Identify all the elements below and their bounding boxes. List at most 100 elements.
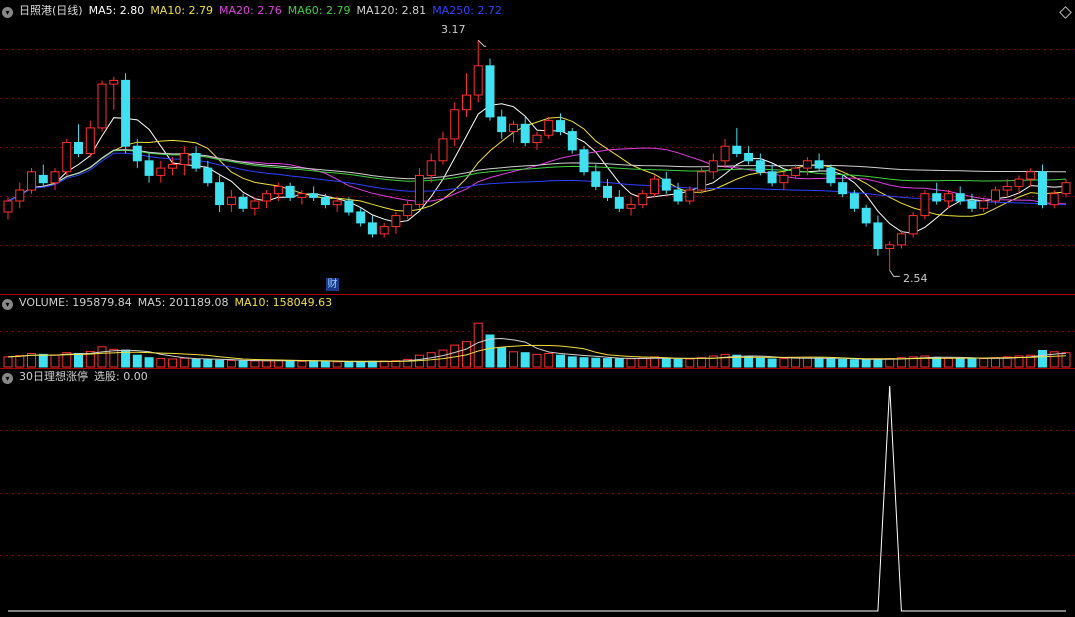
volume-bar [297,360,307,368]
volume-bar [520,352,530,368]
indicator-legend-item-1: 选股: 0.00 [94,370,148,383]
price-panel[interactable]: ▾ 日照港(日线) MA5: 2.80 MA10: 2.79 MA20: 2.76 MA6… [0,0,1075,294]
candle-body [791,167,801,176]
volume-bar [215,359,225,368]
volume-bar [344,361,354,368]
volume-bar [614,358,624,368]
chevron-down-icon[interactable]: ▾ [2,299,13,310]
volume-bar [226,359,236,368]
candle-body [755,160,765,173]
volume-bar [532,353,542,368]
volume-bar [885,358,895,368]
candle-body [685,189,695,202]
volume-bar [626,358,636,368]
candle-body [932,193,942,202]
volume-bar [74,353,83,368]
candle-body [861,207,871,224]
candle-body [414,174,424,206]
indicator-legend: 30日理想涨停 选股: 0.00 [19,370,154,383]
candle-body [273,185,283,195]
ma-legend-item-0: MA5: 2.80 [88,4,145,17]
candle-body [979,200,989,209]
candle-body [661,178,671,191]
stock-label: 日照港(日线) [19,4,83,17]
candle-body [650,178,660,195]
ma-legend-item-1: MA10: 2.79 [150,4,214,17]
candle-body [1014,178,1024,187]
chevron-down-icon[interactable]: ▾ [2,373,13,384]
candle-body [744,153,754,162]
candle-body [74,142,83,154]
candle-body [885,244,895,250]
volume-bar [156,358,166,368]
candle-body [779,174,789,184]
finance-badge[interactable]: 财 [326,278,339,291]
candle-body [50,171,60,184]
candle-body [238,196,248,209]
candle-body [673,189,683,202]
candle-body [132,145,142,162]
volume-bar [1038,350,1047,368]
candle-body [97,83,107,129]
volume-bar [967,358,977,368]
candle-body [379,226,389,235]
candle-body [520,123,530,144]
volume-bar [132,354,142,368]
indicator-chart[interactable] [0,368,1075,617]
candle-body [391,215,401,228]
candle-body [168,164,178,169]
volume-bar [273,359,283,368]
volume-panel[interactable]: ▾ VOLUME: 195879.84 MA5: 201189.08 MA10: 15… [0,294,1075,368]
volume-bar [673,358,683,368]
candle-body [344,200,354,213]
candle-body [955,193,965,202]
candle-body [403,204,413,217]
candle-body [203,167,213,184]
candle-body [438,138,448,162]
candle-body [1038,171,1047,206]
candle-body [485,65,495,118]
candle-body [191,153,201,169]
candle-body [109,79,119,85]
price-chart[interactable] [0,0,1075,294]
candle-body [85,127,95,155]
candle-body [1061,182,1071,195]
candle-body [638,193,648,206]
candle-body [462,94,471,111]
chevron-down-icon[interactable]: ▾ [2,7,13,18]
volume-bar [144,357,154,368]
volume-bar [262,360,272,368]
volume-bar [849,359,859,368]
low-price-label: 2.54 [903,272,928,285]
ma-line-ma60 [7,149,1067,202]
volume-bar [497,347,507,368]
indicator-panel[interactable]: ▾ 30日理想涨停 选股: 0.00 [0,368,1075,617]
volume-bar [991,357,1000,368]
volume-bar [579,357,589,368]
volume-legend-item-0: VOLUME: 195879.84 [19,296,132,309]
candle-body [156,167,166,176]
volume-bar [356,361,366,368]
volume-bar [109,348,119,368]
candle-body [262,193,272,202]
candle-body [603,185,612,198]
candle-body [309,193,319,198]
indicator-line [8,385,1066,612]
candle-body [1026,171,1036,180]
volume-bar [755,357,765,368]
candle-body [250,200,260,209]
candle-body [179,153,189,165]
candle-body [367,222,377,235]
candle-body [591,171,601,187]
candle-body [215,182,225,206]
candle-body [908,215,918,235]
candle-body [144,160,154,176]
candle-body [697,171,707,191]
ma-legend-item-3: MA60: 2.79 [287,4,351,17]
candle-body [556,120,565,133]
candle-body [532,134,542,143]
volume-bar [873,358,883,368]
candle-body [27,171,36,191]
candle-body [626,204,636,209]
candle-body [967,200,977,209]
